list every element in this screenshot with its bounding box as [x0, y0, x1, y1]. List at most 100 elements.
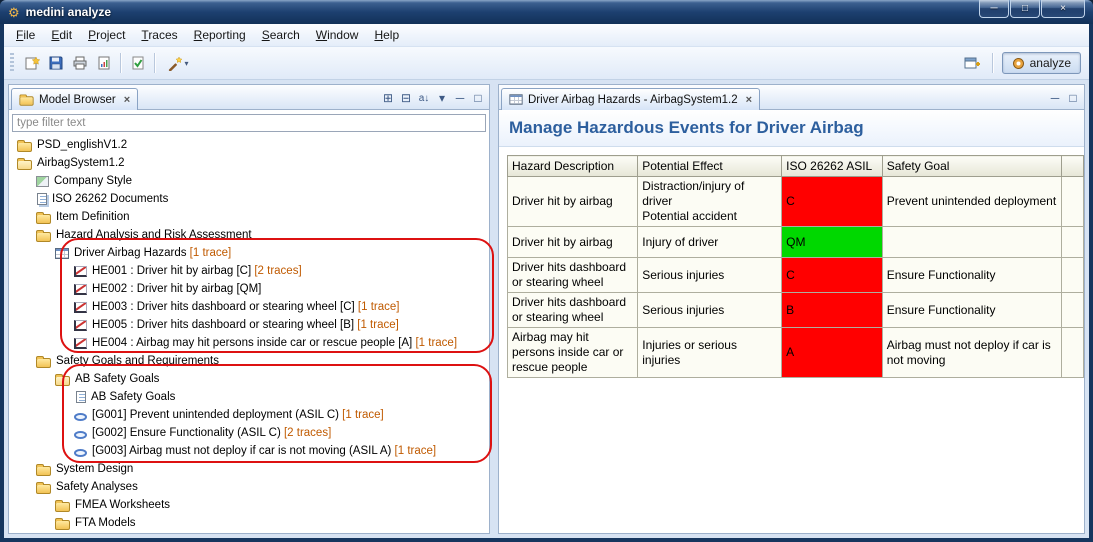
minimize-view-button[interactable]: ─	[451, 89, 469, 107]
tab-editor[interactable]: Driver Airbag Hazards - AirbagSystem1.2 …	[501, 88, 760, 110]
close-tab-icon[interactable]: ×	[746, 94, 752, 106]
cell-hazard[interactable]: Driver hits dashboard or stearing wheel	[508, 293, 638, 328]
cell-goal[interactable]	[882, 227, 1062, 258]
cell-goal[interactable]: Ensure Functionality	[882, 258, 1062, 293]
cell-goal[interactable]: Airbag must not deploy if car is not mov…	[882, 328, 1062, 378]
menu-search[interactable]: Search	[254, 25, 308, 45]
tree-item[interactable]: [G001] Prevent unintended deployment (AS…	[9, 406, 489, 424]
sort-button[interactable]: a↓	[415, 89, 433, 107]
cell-asil[interactable]: B	[782, 293, 883, 328]
model-tree: PSD_englishV1.2AirbagSystem1.2Company St…	[9, 134, 489, 533]
column-header-0[interactable]: Hazard Description	[508, 156, 638, 177]
perspective-bar: analyze	[960, 51, 1081, 75]
menu-help[interactable]: Help	[366, 25, 407, 45]
minimize-button[interactable]: ─	[979, 0, 1009, 18]
print-icon	[72, 55, 88, 71]
cell-effect[interactable]: Serious injuries	[638, 258, 782, 293]
cell-asil[interactable]: C	[782, 258, 883, 293]
cell-hazard[interactable]: Driver hits dashboard or stearing wheel	[508, 258, 638, 293]
print-button[interactable]	[68, 51, 92, 75]
cell-effect[interactable]: Distraction/injury of driver Potential a…	[638, 177, 782, 227]
tab-model-browser[interactable]: Model Browser ×	[11, 88, 138, 110]
tree-item-label: Safety Goals and Requirements	[56, 355, 219, 367]
cell-hazard[interactable]: Airbag may hit persons inside car or res…	[508, 328, 638, 378]
main-toolbar: ▾ analyze	[4, 47, 1089, 80]
cell-hazard[interactable]: Driver hit by airbag	[508, 227, 638, 258]
tree-item[interactable]: FTA Models	[9, 514, 489, 532]
safety-goal-icon	[74, 449, 87, 457]
view-menu-button[interactable]: ▾	[433, 89, 451, 107]
menu-reporting[interactable]: Reporting	[186, 25, 254, 45]
collapse-all-button[interactable]: ⊟	[397, 89, 415, 107]
column-header-1[interactable]: Potential Effect	[638, 156, 782, 177]
tree-item[interactable]: HE005 : Driver hits dashboard or stearin…	[9, 316, 489, 334]
hazardous-event-icon	[74, 302, 87, 313]
analyze-perspective-button[interactable]: analyze	[1002, 52, 1081, 74]
cell-effect[interactable]: Serious injuries	[638, 293, 782, 328]
tree-item[interactable]: PSD_englishV1.2	[9, 136, 489, 154]
menu-traces[interactable]: Traces	[133, 25, 185, 45]
minimize-editor-button[interactable]: ─	[1046, 89, 1064, 107]
cell-goal[interactable]: Prevent unintended deployment	[882, 177, 1062, 227]
tree-item[interactable]: ISO 26262 Documents	[9, 190, 489, 208]
tree-item-label: AB Safety Goals	[91, 391, 175, 403]
maximize-editor-button[interactable]: □	[1064, 89, 1082, 107]
tree-item[interactable]: AB Safety Goals	[9, 370, 489, 388]
cell-asil[interactable]: QM	[782, 227, 883, 258]
tab-editor-label: Driver Airbag Hazards - AirbagSystem1.2	[528, 94, 738, 106]
tree-item[interactable]: Safety Analyses	[9, 478, 489, 496]
tree-item[interactable]: AirbagSystem1.2	[9, 154, 489, 172]
tree-item[interactable]: Company Style	[9, 172, 489, 190]
tree-item-label: ISO 26262 Documents	[52, 193, 168, 205]
tree-item-label: AB Safety Goals	[75, 373, 159, 385]
hazardous-event-icon	[74, 266, 87, 277]
cell-effect[interactable]: Injury of driver	[638, 227, 782, 258]
maximize-view-button[interactable]: □	[469, 89, 487, 107]
tools-dropdown-button[interactable]: ▾	[160, 51, 196, 75]
check-consistency-button[interactable]	[126, 51, 150, 75]
menu-edit[interactable]: Edit	[43, 25, 80, 45]
cell-goal[interactable]: Ensure Functionality	[882, 293, 1062, 328]
tree-item[interactable]: Driver Airbag Hazards [1 trace]	[9, 244, 489, 262]
menu-project[interactable]: Project	[80, 25, 133, 45]
tree-item-label: Hazard Analysis and Risk Assessment	[56, 229, 252, 241]
column-header-2[interactable]: ISO 26262 ASIL	[782, 156, 883, 177]
new-wizard-button[interactable]	[20, 51, 44, 75]
column-header-3[interactable]: Safety Goal	[882, 156, 1062, 177]
hazard-table-body: Driver hit by airbagDistraction/injury o…	[508, 177, 1084, 378]
hazard-row: Driver hits dashboard or stearing wheelS…	[508, 293, 1084, 328]
tree-item[interactable]: Safety Goals and Requirements	[9, 352, 489, 370]
tree-item[interactable]: FMEA Worksheets	[9, 496, 489, 514]
tree-item[interactable]: HE004 : Airbag may hit persons inside ca…	[9, 334, 489, 352]
expand-all-button[interactable]: ⊞	[379, 89, 397, 107]
tree-item-label: System Design	[56, 463, 133, 475]
close-button[interactable]: ×	[1041, 0, 1085, 18]
close-tab-icon[interactable]: ×	[124, 94, 130, 106]
tree-item[interactable]: HE002 : Driver hit by airbag [QM]	[9, 280, 489, 298]
cell-asil[interactable]: A	[782, 328, 883, 378]
tree-item[interactable]: HE001 : Driver hit by airbag [C] [2 trac…	[9, 262, 489, 280]
trace-count-label: [1 trace]	[339, 409, 384, 421]
cell-hazard[interactable]: Driver hit by airbag	[508, 177, 638, 227]
cell-effect[interactable]: Injuries or serious injuries	[638, 328, 782, 378]
tree-item[interactable]: [G002] Ensure Functionality (ASIL C) [2 …	[9, 424, 489, 442]
tree-item[interactable]: System Design	[9, 460, 489, 478]
maximize-button[interactable]: □	[1010, 0, 1040, 18]
export-report-button[interactable]	[92, 51, 116, 75]
open-perspective-button[interactable]	[960, 51, 984, 75]
tree-item[interactable]: [G003] Airbag must not deploy if car is …	[9, 442, 489, 460]
tree-item[interactable]: Item Definition	[9, 208, 489, 226]
hazard-row: Driver hit by airbagInjury of driverQM	[508, 227, 1084, 258]
editor-tabbar: Driver Airbag Hazards - AirbagSystem1.2 …	[499, 85, 1084, 110]
menu-file[interactable]: File	[8, 25, 43, 45]
filter-input[interactable]	[12, 114, 486, 132]
tree-item[interactable]: HE003 : Driver hits dashboard or stearin…	[9, 298, 489, 316]
cell-asil[interactable]: C	[782, 177, 883, 227]
cell-stub	[1062, 227, 1084, 258]
tree-item[interactable]: Hazard Analysis and Risk Assessment	[9, 226, 489, 244]
workbench: Model Browser × ⊞ ⊟ a↓ ▾ ─ □ PSD_english…	[4, 80, 1089, 538]
tree-item[interactable]: AB Safety Goals	[9, 388, 489, 406]
save-button[interactable]	[44, 51, 68, 75]
menu-window[interactable]: Window	[308, 25, 367, 45]
report-icon	[96, 55, 112, 71]
